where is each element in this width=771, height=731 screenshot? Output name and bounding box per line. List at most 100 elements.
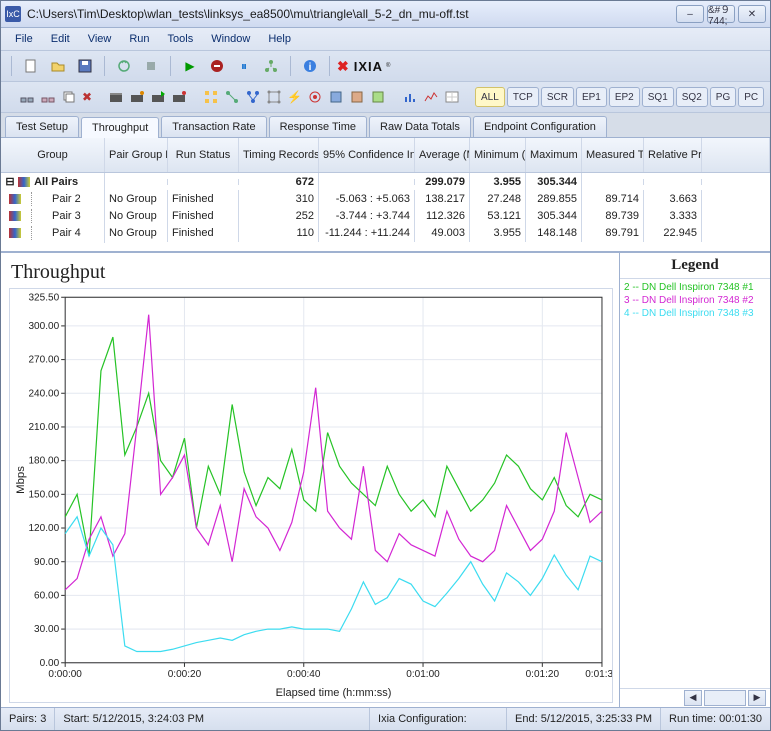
play-icon[interactable]: ▶ bbox=[178, 54, 202, 78]
clip3-icon[interactable] bbox=[149, 85, 167, 109]
bolt-icon[interactable]: ⚡ bbox=[286, 85, 303, 109]
col-timing-records[interactable]: Timing Records Completed bbox=[239, 138, 319, 172]
tab-response-time[interactable]: Response Time bbox=[269, 116, 367, 137]
tab-throughput[interactable]: Throughput bbox=[81, 117, 159, 138]
menu-help[interactable]: Help bbox=[260, 31, 299, 47]
menu-file[interactable]: File bbox=[7, 31, 41, 47]
chart-canvas[interactable]: 0.0030.0060.0090.00120.00150.00180.00210… bbox=[9, 288, 613, 703]
minimize-button[interactable]: – bbox=[676, 5, 704, 23]
svg-text:300.00: 300.00 bbox=[28, 321, 59, 332]
filter-scr[interactable]: SCR bbox=[541, 87, 574, 107]
menu-window[interactable]: Window bbox=[203, 31, 258, 47]
col-minimum[interactable]: Minimum (Mbps) bbox=[470, 138, 526, 172]
col-average[interactable]: Average (Mbps) bbox=[415, 138, 470, 172]
info-icon[interactable]: i bbox=[298, 54, 322, 78]
clip2-icon[interactable] bbox=[128, 85, 146, 109]
menu-view[interactable]: View bbox=[80, 31, 120, 47]
statusbar: Pairs: 3 Start: 5/12/2015, 3:24:03 PM Ix… bbox=[1, 707, 770, 730]
legend-item[interactable]: 2 -- DN Dell Inspiron 7348 #1 bbox=[624, 281, 766, 294]
legend-scrollbar[interactable]: ◀ ▶ bbox=[620, 688, 770, 707]
ep-del-icon[interactable]: ✖ bbox=[81, 85, 93, 109]
filter-sq1[interactable]: SQ1 bbox=[642, 87, 674, 107]
col-precision[interactable]: Relative Precision bbox=[644, 138, 702, 172]
filter-all[interactable]: ALL bbox=[475, 87, 505, 107]
target-icon[interactable] bbox=[306, 85, 324, 109]
status-pairs: Pairs: 3 bbox=[1, 708, 55, 730]
clip1-icon[interactable] bbox=[107, 85, 125, 109]
legend-item[interactable]: 4 -- DN Dell Inspiron 7348 #3 bbox=[624, 307, 766, 320]
chart1-icon[interactable] bbox=[401, 85, 419, 109]
abort-icon[interactable] bbox=[205, 54, 229, 78]
menu-edit[interactable]: Edit bbox=[43, 31, 78, 47]
tab-endpoint-config[interactable]: Endpoint Configuration bbox=[473, 116, 607, 137]
ep-edit-icon[interactable] bbox=[39, 85, 57, 109]
filter-sq2[interactable]: SQ2 bbox=[676, 87, 708, 107]
tool-a-icon[interactable] bbox=[327, 85, 345, 109]
grid-body[interactable]: ⊟ All Pairs 672 299.079 3.955 305.344 Pa… bbox=[1, 173, 770, 251]
tab-transaction-rate[interactable]: Transaction Rate bbox=[161, 116, 266, 137]
chart-title: Throughput bbox=[11, 261, 613, 284]
menu-tools[interactable]: Tools bbox=[160, 31, 202, 47]
save-icon[interactable] bbox=[73, 54, 97, 78]
tool-b-icon[interactable] bbox=[348, 85, 366, 109]
table-row[interactable]: Pair 4No GroupFinished110-11.244 : +11.2… bbox=[1, 224, 770, 241]
col-confidence[interactable]: 95% Confidence Interval bbox=[319, 138, 415, 172]
tool-c-icon[interactable] bbox=[369, 85, 387, 109]
ep-add-icon[interactable] bbox=[18, 85, 36, 109]
svg-text:0.00: 0.00 bbox=[40, 658, 60, 669]
group-icon[interactable] bbox=[202, 85, 220, 109]
col-run-status[interactable]: Run Status bbox=[168, 138, 239, 172]
tab-test-setup[interactable]: Test Setup bbox=[5, 116, 79, 137]
svg-text:120.00: 120.00 bbox=[28, 523, 59, 534]
filter-tcp[interactable]: TCP bbox=[507, 87, 539, 107]
chart3-icon[interactable] bbox=[443, 85, 461, 109]
svg-text:325.50: 325.50 bbox=[28, 292, 59, 303]
open-icon[interactable] bbox=[46, 54, 70, 78]
stop-icon[interactable] bbox=[139, 54, 163, 78]
net1-icon[interactable] bbox=[223, 85, 241, 109]
col-pair-group-name[interactable]: Pair Group Name bbox=[105, 138, 168, 172]
brand-x-icon: ✖ bbox=[337, 58, 349, 75]
chart2-icon[interactable] bbox=[422, 85, 440, 109]
grid-summary-row[interactable]: ⊟ All Pairs 672 299.079 3.955 305.344 bbox=[1, 173, 770, 190]
status-start: Start: 5/12/2015, 3:24:03 PM bbox=[55, 708, 370, 730]
ep-copy-icon[interactable] bbox=[60, 85, 78, 109]
table-row[interactable]: Pair 2No GroupFinished310-5.063 : +5.063… bbox=[1, 190, 770, 207]
run-icon[interactable] bbox=[112, 54, 136, 78]
status-config: Ixia Configuration: bbox=[370, 708, 507, 730]
legend-body: 2 -- DN Dell Inspiron 7348 #13 -- DN Del… bbox=[620, 279, 770, 688]
window-title: C:\Users\Tim\Desktop\wlan_tests\linksys_… bbox=[27, 7, 676, 21]
close-button[interactable]: ✕ bbox=[738, 5, 766, 23]
bars-icon bbox=[18, 177, 30, 187]
filter-pg[interactable]: PG bbox=[710, 87, 736, 107]
svg-text:0:00:00: 0:00:00 bbox=[48, 669, 82, 680]
net3-icon[interactable] bbox=[265, 85, 283, 109]
table-row[interactable]: Pair 3No GroupFinished252-3.744 : +3.744… bbox=[1, 207, 770, 224]
svg-text:0:00:40: 0:00:40 bbox=[287, 669, 321, 680]
maximize-button[interactable]: &#９744; bbox=[707, 5, 735, 23]
clip4-icon[interactable] bbox=[170, 85, 188, 109]
svg-text:180.00: 180.00 bbox=[28, 456, 59, 467]
app-icon: IxC bbox=[5, 6, 21, 22]
menu-run[interactable]: Run bbox=[121, 31, 157, 47]
window-controls: – &#９744; ✕ bbox=[676, 5, 766, 23]
scroll-right-icon[interactable]: ▶ bbox=[748, 690, 766, 706]
svg-text:90.00: 90.00 bbox=[34, 557, 59, 568]
legend-item[interactable]: 3 -- DN Dell Inspiron 7348 #2 bbox=[624, 294, 766, 307]
filter-ep2[interactable]: EP2 bbox=[609, 87, 640, 107]
col-measured[interactable]: Measured Time (sec) bbox=[582, 138, 644, 172]
svg-text:270.00: 270.00 bbox=[28, 355, 59, 366]
skip-icon[interactable]: ⏸ bbox=[232, 54, 256, 78]
menubar: File Edit View Run Tools Window Help bbox=[1, 28, 770, 51]
new-icon[interactable] bbox=[19, 54, 43, 78]
filter-ep1[interactable]: EP1 bbox=[576, 87, 607, 107]
svg-text:30.00: 30.00 bbox=[34, 624, 59, 635]
filter-pc[interactable]: PC bbox=[738, 87, 764, 107]
nodes-icon[interactable] bbox=[259, 54, 283, 78]
col-group[interactable]: Group bbox=[1, 138, 105, 172]
col-maximum[interactable]: Maximum (Mbps) bbox=[526, 138, 582, 172]
scroll-left-icon[interactable]: ◀ bbox=[684, 690, 702, 706]
titlebar: IxC C:\Users\Tim\Desktop\wlan_tests\link… bbox=[1, 1, 770, 28]
tab-raw-data-totals[interactable]: Raw Data Totals bbox=[369, 116, 471, 137]
net2-icon[interactable] bbox=[244, 85, 262, 109]
